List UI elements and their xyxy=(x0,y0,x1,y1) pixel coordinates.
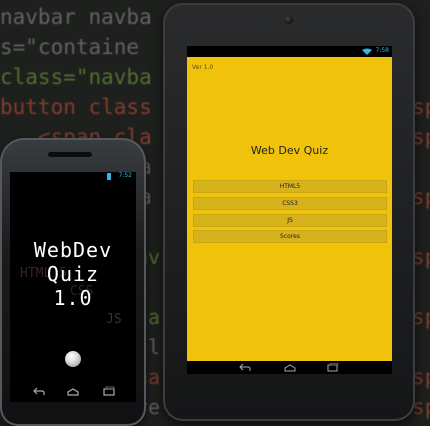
scores-button[interactable]: Scores xyxy=(193,230,387,243)
tablet-nav-bar xyxy=(187,361,392,374)
camera-icon xyxy=(284,15,293,24)
tablet-screen: 7:58 Ver 1.0 Web Dev Quiz HTML5 CSS3 JS … xyxy=(187,46,392,374)
home-icon[interactable] xyxy=(66,386,80,398)
splash-title: WebDev Quiz 1.0 xyxy=(10,238,136,310)
phone-nav-bar xyxy=(10,382,136,402)
splash-faint-text: JS xyxy=(106,312,122,327)
version-label: Ver 1.0 xyxy=(192,64,214,71)
tablet-status-bar: 7:58 xyxy=(187,46,392,57)
phone-device: 7:52 HTML 5 CSS JS WebDev Quiz 1.0 xyxy=(0,138,146,426)
phone-status-time: 7:52 xyxy=(118,172,132,179)
recents-icon[interactable] xyxy=(327,363,339,372)
promo-scene: navbar navba s="containe class="navba bu… xyxy=(0,0,430,426)
code-line: class="navba xyxy=(0,65,152,89)
tablet-device: 7:58 Ver 1.0 Web Dev Quiz HTML5 CSS3 JS … xyxy=(163,3,415,421)
home-icon[interactable] xyxy=(284,363,296,372)
html5-button[interactable]: HTML5 xyxy=(193,180,387,193)
splash-title-line: Quiz xyxy=(46,262,100,286)
code-line: s="containe xyxy=(0,35,140,59)
app-title: Web Dev Quiz xyxy=(250,144,329,157)
battery-icon xyxy=(107,173,111,180)
back-icon[interactable] xyxy=(239,363,251,372)
phone-status-bar: 7:52 xyxy=(10,172,136,182)
home-button-icon[interactable] xyxy=(65,351,81,367)
css3-button[interactable]: CSS3 xyxy=(193,197,387,210)
code-line: navbar navba xyxy=(0,5,152,29)
back-icon[interactable] xyxy=(32,386,46,398)
tablet-status-time: 7:58 xyxy=(375,47,389,54)
recents-icon[interactable] xyxy=(102,386,116,398)
splash-title-line: 1.0 xyxy=(53,286,93,310)
phone-speaker xyxy=(48,152,92,157)
js-button[interactable]: JS xyxy=(193,214,387,227)
wifi-icon xyxy=(362,48,372,55)
splash-title-line: WebDev xyxy=(33,238,113,262)
code-line: button class xyxy=(0,95,152,119)
